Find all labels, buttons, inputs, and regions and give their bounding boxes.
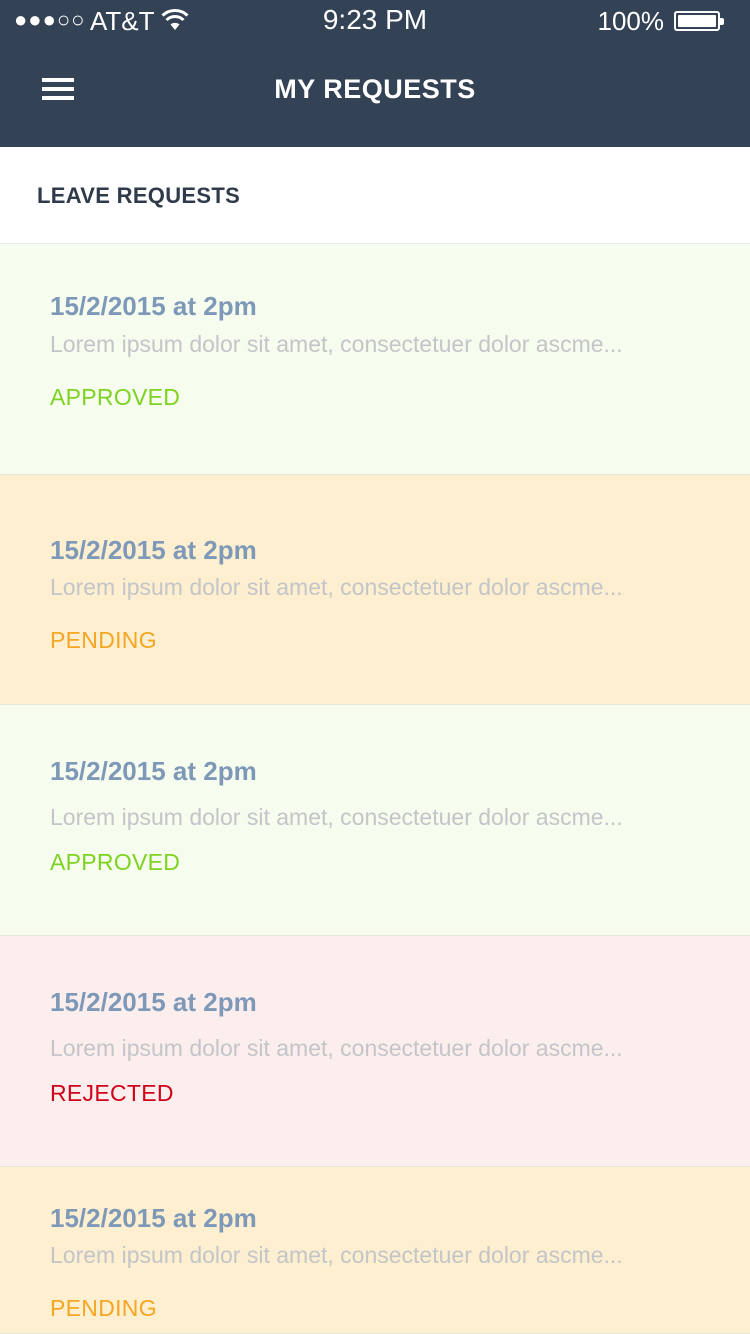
section-header: LEAVE REQUESTS (0, 147, 750, 244)
request-date: 15/2/2015 at 2pm (50, 291, 257, 321)
request-description: Lorem ipsum dolor sit amet, consectetuer… (50, 331, 623, 357)
request-description: Lorem ipsum dolor sit amet, consectetuer… (50, 1035, 623, 1061)
request-date: 15/2/2015 at 2pm (50, 1203, 257, 1233)
battery-icon (674, 11, 724, 31)
request-description: Lorem ipsum dolor sit amet, consectetuer… (50, 804, 623, 830)
section-title: LEAVE REQUESTS (37, 183, 241, 208)
leave-request-item[interactable]: 15/2/2015 at 2pm Lorem ipsum dolor sit a… (0, 244, 750, 475)
request-description: Lorem ipsum dolor sit amet, consectetuer… (50, 574, 623, 600)
status-badge: PENDING (50, 627, 157, 653)
leave-request-item[interactable]: 15/2/2015 at 2pm Lorem ipsum dolor sit a… (0, 936, 750, 1167)
status-bar: ●●●○○ AT&T 9:23 PM 100% (0, 0, 750, 40)
battery-percent: 100% (597, 6, 665, 36)
status-badge: APPROVED (50, 384, 181, 410)
status-badge: PENDING (50, 1295, 157, 1321)
request-date: 15/2/2015 at 2pm (50, 535, 257, 565)
status-badge: APPROVED (50, 849, 181, 875)
leave-request-item[interactable]: 15/2/2015 at 2pm Lorem ipsum dolor sit a… (0, 475, 750, 705)
leave-request-item[interactable]: 15/2/2015 at 2pm Lorem ipsum dolor sit a… (0, 1167, 750, 1334)
status-badge: REJECTED (50, 1080, 174, 1106)
request-date: 15/2/2015 at 2pm (50, 756, 257, 786)
request-date: 15/2/2015 at 2pm (50, 987, 257, 1017)
leave-request-item[interactable]: 15/2/2015 at 2pm Lorem ipsum dolor sit a… (0, 705, 750, 936)
request-description: Lorem ipsum dolor sit amet, consectetuer… (50, 1242, 623, 1268)
page-title: MY REQUESTS (274, 74, 476, 104)
nav-bar: MY REQUESTS (0, 40, 750, 147)
